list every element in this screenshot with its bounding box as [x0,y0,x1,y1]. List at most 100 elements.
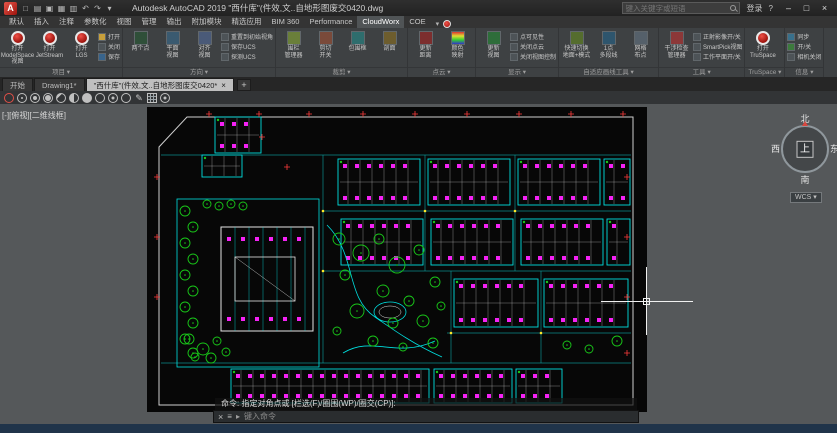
grid-points-button[interactable]: 网格 布点 [625,29,656,66]
align-view-button[interactable]: 对齐 视图 [189,29,220,66]
refresh-view-button[interactable]: 更新 视图 [478,29,509,66]
panel-adaptive-tools-label[interactable]: 自适应画线工具 [559,67,658,77]
cloudworx-connect-icon[interactable] [4,93,14,103]
hollow-point-icon[interactable] [95,93,105,103]
close-button[interactable]: × [816,2,833,15]
compass-north[interactable]: 北 [800,112,809,125]
undo-icon[interactable]: ↶ [80,2,91,15]
save-as-icon[interactable]: ▦ [56,2,67,15]
project-close-button[interactable]: 关闭 [98,42,120,51]
panel-truspace-label[interactable]: TruSpace [745,67,784,77]
workplane-toggle[interactable]: 工作平面开/关 [693,52,742,61]
ribbon-tab-4[interactable]: 参数化 [79,16,112,28]
ring-point-icon[interactable] [108,93,118,103]
ribbon-tab-7[interactable]: 输出 [162,16,187,28]
regen-icon[interactable] [160,93,170,103]
panel-display-label[interactable]: 显示 [476,67,558,77]
probe-ucs-button[interactable]: 探测UCS [221,52,273,61]
point-size-large-icon[interactable] [43,93,53,103]
file-tab-start[interactable]: 开始 [2,78,33,91]
open-truspace-button[interactable]: 打开 TruSpace [747,29,778,66]
panel-project-label[interactable]: 项目 [0,67,122,77]
clip-toggle-button[interactable]: 剪切 开关 [310,29,341,66]
draw-pencil-icon[interactable]: ✎ [134,93,144,103]
ribbon-display-toggle-icon[interactable]: ▾ [436,20,440,28]
panel-info-label[interactable]: 信息 [785,67,823,77]
file-tab-current[interactable]: "西什库"(件效,文..自地形图废交0420*× [86,78,234,91]
command-input[interactable] [244,412,634,421]
compass-top-button[interactable]: 上 [797,141,814,158]
search-icon[interactable] [730,5,736,11]
ribbon-tab-13[interactable]: COE [404,16,430,28]
density-half-icon[interactable] [69,93,79,103]
qat-dropdown-icon[interactable]: ▾ [104,2,115,15]
point-size-small-icon[interactable] [17,93,27,103]
drawing-canvas[interactable] [147,107,647,412]
two-points-button[interactable]: 两个点 [125,29,156,66]
save-file-icon[interactable]: ▣ [44,2,55,15]
sign-in-label[interactable]: 登录 [747,3,763,14]
ribbon-tab-3[interactable]: 注释 [54,16,79,28]
redo-icon[interactable]: ↷ [92,2,103,15]
sync-button[interactable]: 同步 [787,32,821,41]
command-close-icon[interactable]: × [218,412,223,422]
ortho-image-toggle[interactable]: 正射影像开/关 [693,32,742,41]
fence-manager-button[interactable]: 围栏 管理器 [278,29,309,66]
save-ucs-button[interactable]: 保存UCS [221,42,273,51]
coordinate-system-chip[interactable]: WCS [790,192,822,203]
on-off-toggle[interactable]: 开/关 [787,42,821,51]
open-lgs-button[interactable]: 打开 LGS [66,29,97,66]
ribbon-tab-6[interactable]: 管理 [137,16,162,28]
ribbon-tab-5[interactable]: 视图 [112,16,137,28]
help-icon[interactable]: ? [769,4,773,13]
open-file-icon[interactable]: ▤ [32,2,43,15]
clash-manager-button[interactable]: 干涉检查 管理器 [661,29,692,66]
bounding-box-button[interactable]: 包围框 [342,29,373,66]
minimize-button[interactable]: – [780,2,797,15]
density-full-icon[interactable] [82,93,92,103]
autocad-logo-icon[interactable]: A [4,2,17,15]
ribbon-tab-1[interactable]: 默认 [4,16,29,28]
view-control-off-toggle[interactable]: 关闭视图控制 [510,52,556,61]
smartpick-view-toggle[interactable]: SmartPick视图 [693,42,742,51]
compass-east[interactable]: 东 [830,142,837,155]
plot-icon[interactable]: ▥ [68,2,79,15]
ribbon-tab-9[interactable]: 精选应用 [227,16,267,28]
hide-point-cloud-toggle[interactable]: 关闭点云 [510,42,556,51]
viewport-controls-label[interactable]: [-][俯视][二维线框] [2,110,66,121]
new-file-icon[interactable]: □ [20,2,31,15]
fit-extents-icon[interactable] [121,93,131,103]
ribbon-tab-2[interactable]: 插入 [29,16,54,28]
open-modelspace-view-button[interactable]: 打开 ModelSpace视图 [2,29,33,66]
grid-display-icon[interactable] [147,93,157,103]
file-tab-close-icon[interactable]: × [221,81,226,90]
ribbon-tab-10[interactable]: BIM 360 [267,16,305,28]
plan-view-button[interactable]: 平面 视图 [157,29,188,66]
ribbon-tab-8[interactable]: 附加模块 [187,16,227,28]
ribbon-tab-12[interactable]: CloudWorx [357,16,404,28]
compass-west[interactable]: 西 [771,142,780,155]
new-drawing-tab-button[interactable]: + [237,79,251,91]
section-button[interactable]: 剖面 [374,29,405,66]
panel-clip-label[interactable]: 裁剪 [276,67,407,77]
command-customize-icon[interactable]: ≡ [227,412,232,421]
view-compass[interactable]: 北 南 西 东 上 [770,112,837,188]
ground-mode-button[interactable]: 快速切换 地面+模式 [561,29,592,66]
project-open-button[interactable]: 打开 [98,32,120,41]
project-save-button[interactable]: 保存 [98,52,120,61]
panel-orientation-label[interactable]: 方向 [123,67,275,77]
file-tab-drawing1[interactable]: Drawing1* [34,78,85,91]
density-quarter-icon[interactable] [56,93,66,103]
cloudworx-badge-icon[interactable] [443,20,451,28]
help-search-box[interactable] [622,2,740,14]
one-point-polyline-button[interactable]: 1点 多段线 [593,29,624,66]
update-distance-button[interactable]: 更新 距离 [410,29,441,66]
camera-off-button[interactable]: 相机关闭 [787,52,821,61]
ribbon-tab-11[interactable]: Performance [304,16,357,28]
search-input[interactable] [626,4,728,13]
reset-initial-view-button[interactable]: 重置到初始视角 [221,32,273,41]
color-map-button[interactable]: 颜色 映射 [442,29,473,66]
open-jetstream-button[interactable]: 打开 JetStream [34,29,65,66]
maximize-button[interactable]: □ [798,2,815,15]
panel-tools-label[interactable]: 工具 [659,67,744,77]
